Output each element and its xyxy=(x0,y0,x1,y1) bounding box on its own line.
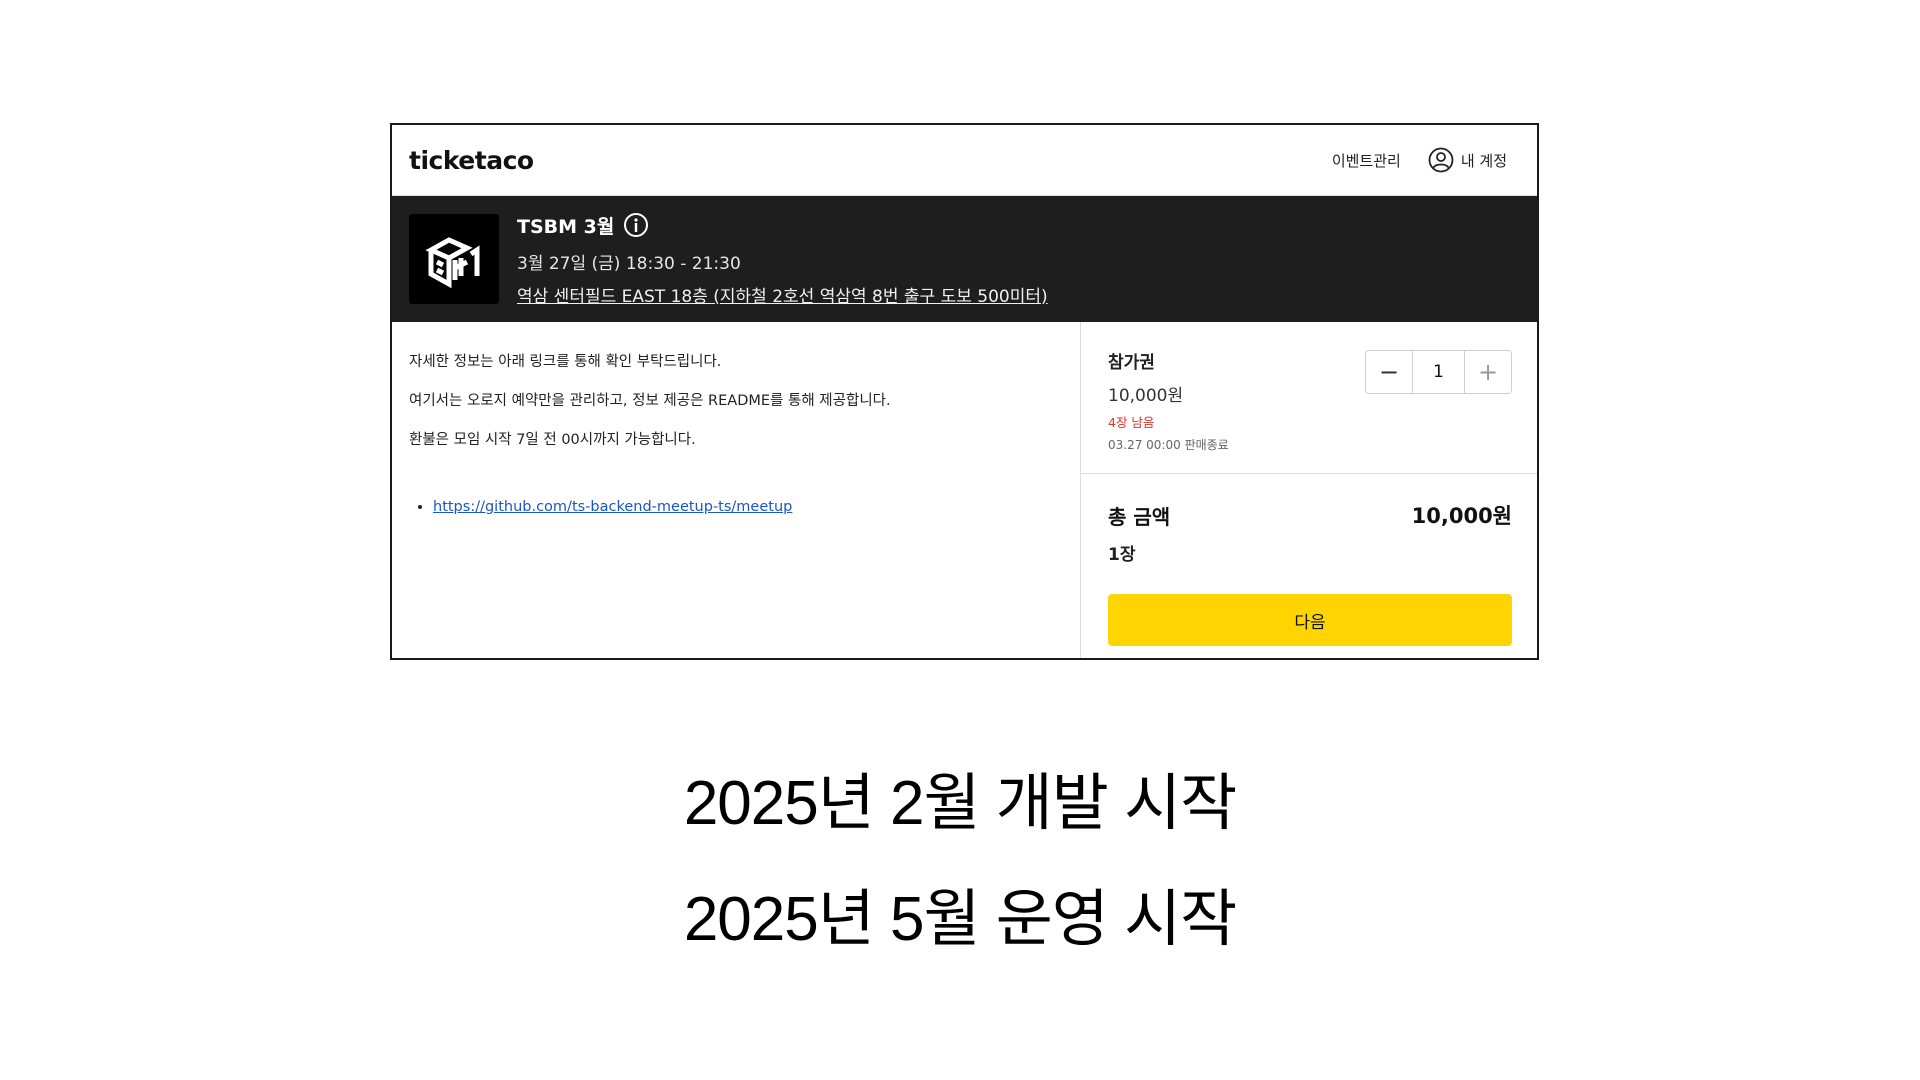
link-list: https://github.com/ts-backend-meetup-ts/… xyxy=(409,499,1080,515)
app-window: ticketaco 이벤트관리 내 계정 TSBM 3월 3월 27일 (금) … xyxy=(390,123,1539,660)
event-date: 3월 27일 (금) 18:30 - 21:30 xyxy=(517,253,741,274)
decrease-button[interactable]: − xyxy=(1366,351,1412,393)
increase-button[interactable]: + xyxy=(1465,351,1511,393)
ticket-details: 참가권 10,000원 4장 남음 03.27 00:00 판매종료 xyxy=(1108,348,1229,473)
quantity-stepper: − 1 + xyxy=(1365,350,1512,394)
caption-dev-start: 2025년 2월 개발 시작 xyxy=(683,769,1237,838)
total-label: 총 금액 xyxy=(1108,504,1171,529)
event-title: TSBM 3월 xyxy=(517,215,615,238)
event-manage-link[interactable]: 이벤트관리 xyxy=(1332,150,1401,171)
description-line: 환불은 모임 시작 7일 전 00시까지 가능합니다. xyxy=(409,432,696,448)
ticket-option: 참가권 10,000원 4장 남음 03.27 00:00 판매종료 − 1 + xyxy=(1081,322,1537,474)
event-description: 자세한 정보는 아래 링크를 통해 확인 부탁드립니다. 여기서는 오로지 예약… xyxy=(392,322,1081,658)
ticket-count: 1장 xyxy=(1108,545,1136,565)
ticket-deadline: 03.27 00:00 판매종료 xyxy=(1108,438,1229,452)
event-logo xyxy=(409,214,499,304)
ticket-remaining: 4장 남음 xyxy=(1108,415,1155,430)
info-icon[interactable] xyxy=(623,212,649,238)
next-button[interactable]: 다음 xyxy=(1108,594,1512,646)
list-item: https://github.com/ts-backend-meetup-ts/… xyxy=(433,499,1080,515)
description-line: 여기서는 오로지 예약만을 관리하고, 정보 제공은 README를 통해 제공… xyxy=(409,393,891,409)
github-link[interactable]: https://github.com/ts-backend-meetup-ts/… xyxy=(433,499,792,515)
caption-launch: 2025년 5월 운영 시작 xyxy=(683,885,1237,954)
event-title-row: TSBM 3월 xyxy=(517,212,1048,239)
user-circle-icon xyxy=(1428,147,1454,173)
account-menu[interactable]: 내 계정 xyxy=(1428,147,1507,173)
top-navigation: ticketaco 이벤트관리 내 계정 xyxy=(392,125,1537,196)
ticket-name: 참가권 xyxy=(1108,353,1155,373)
main-content: 자세한 정보는 아래 링크를 통해 확인 부탁드립니다. 여기서는 오로지 예약… xyxy=(392,322,1537,658)
total-amount: 10,000원 xyxy=(1411,504,1512,528)
event-banner: TSBM 3월 3월 27일 (금) 18:30 - 21:30 역삼 센터필드… xyxy=(392,196,1537,322)
account-label: 내 계정 xyxy=(1460,151,1507,170)
order-panel: 참가권 10,000원 4장 남음 03.27 00:00 판매종료 − 1 +… xyxy=(1081,322,1537,658)
event-venue-link[interactable]: 역삼 센터필드 EAST 18층 (지하철 2호선 역삼역 8번 출구 도보 5… xyxy=(517,282,1048,307)
quantity-value[interactable]: 1 xyxy=(1412,351,1465,393)
event-info: TSBM 3월 3월 27일 (금) 18:30 - 21:30 역삼 센터필드… xyxy=(517,212,1048,307)
total-section: 총 금액 10,000원 1장 다음 xyxy=(1081,474,1537,646)
nav-links: 이벤트관리 내 계정 xyxy=(1332,147,1507,173)
cube-logo-icon xyxy=(425,237,480,289)
brand-logo[interactable]: ticketaco xyxy=(409,146,534,175)
ticket-price: 10,000원 xyxy=(1108,386,1184,406)
total-row: 총 금액 10,000원 xyxy=(1108,500,1512,530)
description-line: 자세한 정보는 아래 링크를 통해 확인 부탁드립니다. xyxy=(409,354,722,370)
